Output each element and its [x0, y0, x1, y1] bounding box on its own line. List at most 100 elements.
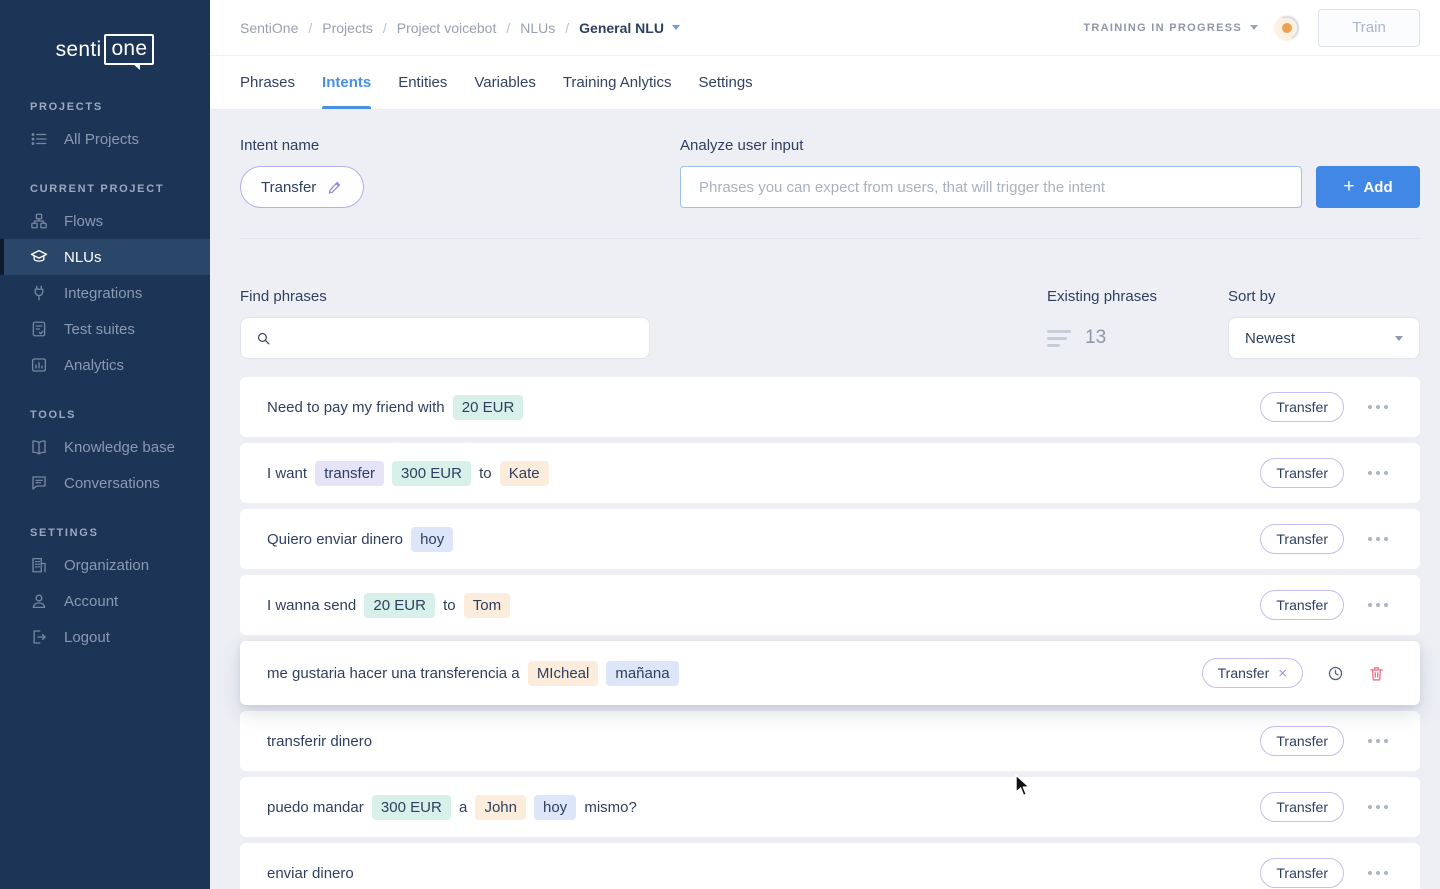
existing-phrases-count: 13: [1085, 327, 1106, 349]
search-input[interactable]: [284, 330, 635, 347]
phrase-row[interactable]: I want transfer300 EUR to KateTransfer: [240, 443, 1420, 503]
phrase-row[interactable]: puedo mandar 300 EUR a Johnhoy mismo?Tra…: [240, 777, 1420, 837]
entity-tag-teal[interactable]: 20 EUR: [364, 593, 435, 618]
sidebar-item-test-suites[interactable]: Test suites: [0, 311, 210, 347]
entity-tag-blue[interactable]: hoy: [534, 795, 576, 820]
row-menu-dots-icon[interactable]: [1368, 871, 1388, 875]
phrase-row[interactable]: Need to pay my friend with 20 EUR Transfe…: [240, 377, 1420, 437]
tab-training-anlytics[interactable]: Training Anlytics: [563, 56, 672, 109]
sidebar-item-logout[interactable]: Logout: [0, 619, 210, 655]
row-intent-pill[interactable]: Transfer: [1260, 524, 1344, 554]
entity-tag-teal[interactable]: 20 EUR: [453, 395, 524, 420]
sort-dropdown[interactable]: Newest: [1228, 317, 1420, 359]
sidebar-item-analytics[interactable]: Analytics: [0, 347, 210, 383]
sidebar-item-organization[interactable]: Organization: [0, 547, 210, 583]
row-intent-pill[interactable]: Transfer: [1260, 590, 1344, 620]
row-menu-dots-icon[interactable]: [1368, 739, 1388, 743]
tab-phrases[interactable]: Phrases: [240, 56, 295, 109]
train-button[interactable]: Train: [1318, 9, 1420, 47]
row-intent-label: Transfer: [1276, 799, 1328, 815]
entity-tag-lavender[interactable]: transfer: [315, 461, 384, 486]
remove-intent-icon[interactable]: ×: [1278, 666, 1287, 681]
sidebar-item-conversations[interactable]: Conversations: [0, 465, 210, 501]
entity-tag-blue[interactable]: hoy: [411, 527, 453, 552]
sidebar-section-header: PROJECTS: [0, 101, 210, 113]
sidebar-item-all-projects[interactable]: All Projects: [0, 121, 210, 157]
entity-tag-teal[interactable]: 300 EUR: [372, 795, 451, 820]
pencil-icon[interactable]: [327, 179, 343, 195]
phrase-segment: mismo?: [580, 799, 637, 816]
row-intent-label: Transfer: [1276, 531, 1328, 547]
logout-icon: [30, 628, 48, 646]
phrase-row[interactable]: I wanna send 20 EUR to TomTransfer: [240, 575, 1420, 635]
sort-dropdown-value: Newest: [1245, 330, 1295, 347]
entity-tag-peach[interactable]: Kate: [500, 461, 549, 486]
row-menu-dots-icon[interactable]: [1368, 405, 1388, 409]
find-phrases-label: Find phrases: [240, 287, 650, 307]
row-menu-dots-icon[interactable]: [1368, 603, 1388, 607]
phrases-toolbar: Find phrases Existing phrases 13 Sort by: [240, 287, 1420, 359]
phrase-text: I want transfer300 EUR to Kate: [267, 461, 553, 486]
phrase-segment: transferir dinero: [267, 733, 372, 750]
sidebar-item-label: Test suites: [64, 321, 135, 338]
sidebar-item-label: Account: [64, 593, 118, 610]
breadcrumb-link[interactable]: Project voicebot: [397, 20, 497, 36]
account-icon: [30, 592, 48, 610]
phrase-text: me gustaria hacer una transferencia a MI…: [267, 661, 683, 686]
row-intent-pill[interactable]: Transfer: [1260, 726, 1344, 756]
main-panel: SentiOne/Projects/Project voicebot/NLUs/…: [210, 0, 1440, 889]
phrase-row[interactable]: Quiero enviar dinero hoyTransfer: [240, 509, 1420, 569]
intent-name-pill[interactable]: Transfer: [240, 166, 364, 208]
phrase-segment: a: [455, 799, 472, 816]
entity-tag-peach[interactable]: Tom: [464, 593, 510, 618]
sidebar-item-label: Conversations: [64, 475, 160, 492]
row-intent-pill[interactable]: Transfer: [1260, 392, 1344, 422]
organization-icon: [30, 556, 48, 574]
breadcrumb-link[interactable]: Projects: [322, 20, 373, 36]
row-intent-pill[interactable]: Transfer: [1260, 458, 1344, 488]
breadcrumb-link[interactable]: NLUs: [520, 20, 555, 36]
intent-section: Intent name Transfer Analyze user input …: [240, 136, 1420, 208]
phrase-row-actions: Transfer: [1260, 792, 1388, 822]
tab-entities[interactable]: Entities: [398, 56, 447, 109]
sidebar-item-integrations[interactable]: Integrations: [0, 275, 210, 311]
entity-tag-blue[interactable]: mañana: [606, 661, 678, 686]
phrase-row-actions: Transfer: [1260, 726, 1388, 756]
entity-tag-peach[interactable]: MIcheal: [528, 661, 599, 686]
phrase-text: enviar dinero: [267, 865, 354, 882]
integrations-icon: [30, 284, 48, 302]
analyze-user-input[interactable]: [680, 166, 1302, 208]
sidebar-item-nlus[interactable]: NLUs: [0, 239, 210, 275]
phrase-row[interactable]: transferir dinero Transfer: [240, 711, 1420, 771]
trash-icon[interactable]: [1368, 665, 1385, 682]
sidebar-item-account[interactable]: Account: [0, 583, 210, 619]
tab-settings[interactable]: Settings: [698, 56, 752, 109]
sidebar-item-flows[interactable]: Flows: [0, 203, 210, 239]
row-menu-dots-icon[interactable]: [1368, 537, 1388, 541]
breadcrumb-separator: /: [565, 20, 569, 36]
phrase-segment: Need to pay my friend with: [267, 399, 449, 416]
clock-icon[interactable]: [1327, 665, 1344, 682]
tab-intents[interactable]: Intents: [322, 56, 371, 109]
breadcrumb-current-label: General NLU: [579, 20, 664, 36]
phrase-row[interactable]: enviar dinero Transfer: [240, 843, 1420, 889]
row-menu-dots-icon[interactable]: [1368, 471, 1388, 475]
training-status-dropdown[interactable]: TRAINING IN PROGRESS: [1083, 22, 1258, 34]
intent-name-label: Intent name: [240, 136, 680, 156]
tab-variables[interactable]: Variables: [474, 56, 535, 109]
entity-tag-peach[interactable]: John: [475, 795, 526, 820]
all-projects-icon: [30, 130, 48, 148]
intent-name-block: Intent name Transfer: [240, 136, 680, 208]
breadcrumb-link[interactable]: SentiOne: [240, 20, 298, 36]
entity-tag-teal[interactable]: 300 EUR: [392, 461, 471, 486]
row-intent-pill[interactable]: Transfer: [1260, 858, 1344, 888]
add-button[interactable]: + Add: [1316, 166, 1420, 208]
breadcrumb-current-nlu-dropdown[interactable]: General NLU: [579, 20, 680, 36]
row-intent-pill[interactable]: Transfer×: [1202, 658, 1303, 688]
row-menu-dots-icon[interactable]: [1368, 805, 1388, 809]
phrase-row[interactable]: me gustaria hacer una transferencia a MI…: [240, 641, 1420, 705]
phrase-segment: to: [439, 597, 460, 614]
row-intent-pill[interactable]: Transfer: [1260, 792, 1344, 822]
sidebar-item-knowledge-base[interactable]: Knowledge base: [0, 429, 210, 465]
existing-phrases-label: Existing phrases: [1047, 287, 1198, 307]
